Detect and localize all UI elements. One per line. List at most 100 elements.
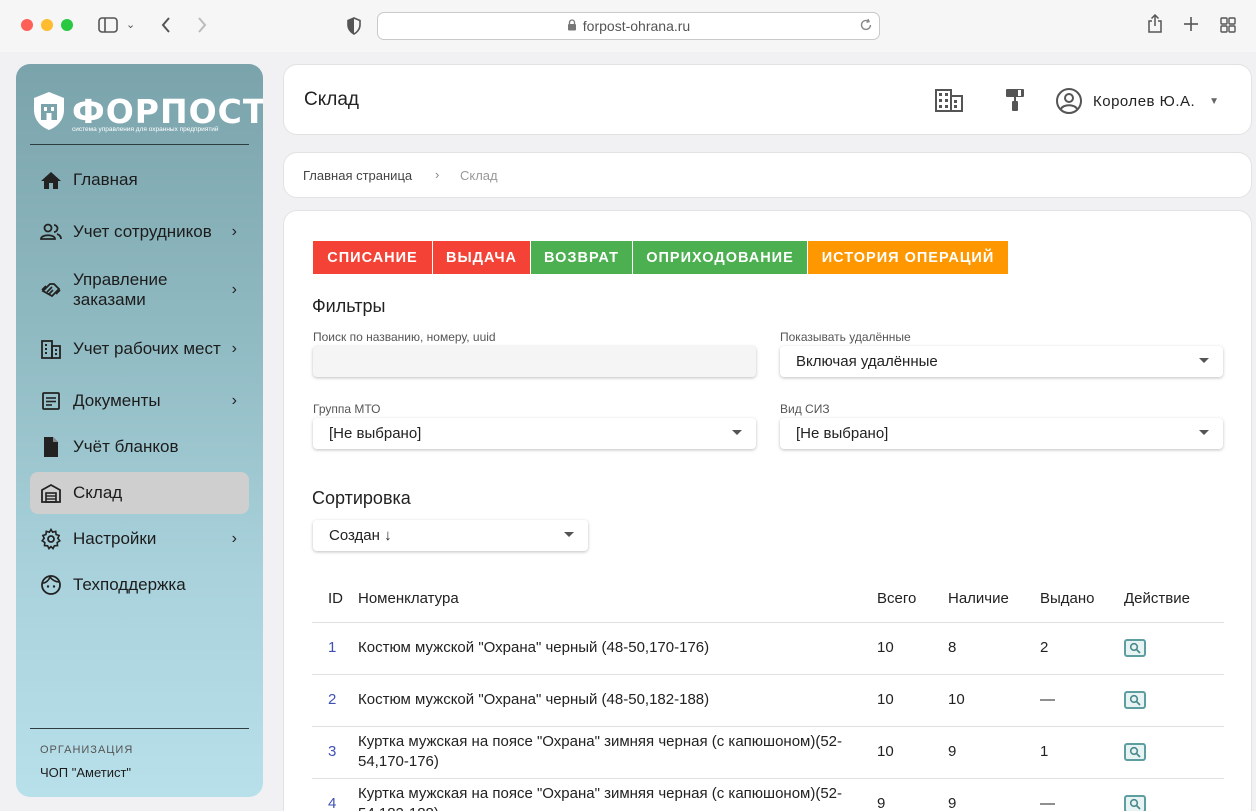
logo-emblem-icon: [34, 92, 64, 130]
sidebar-toggle-icon[interactable]: [98, 16, 118, 34]
view-details-icon[interactable]: [1124, 795, 1146, 811]
show-deleted-select[interactable]: Включая удалённые: [780, 346, 1223, 377]
users-icon: [40, 221, 62, 243]
cell-id[interactable]: 4: [312, 778, 358, 811]
breadcrumb-current: Склад: [460, 168, 498, 183]
sidebar-item-home[interactable]: Главная: [30, 164, 249, 196]
search-label: Поиск по названию, номеру, uuid: [313, 330, 496, 344]
building-icon: [40, 338, 62, 360]
warehouse-icon: [40, 482, 62, 504]
mto-group-select[interactable]: [Не выбрано]: [313, 418, 756, 449]
table-row[interactable]: 2 Костюм мужской "Охрана" черный (48-50,…: [312, 674, 1224, 727]
table-row[interactable]: 1 Костюм мужской "Охрана" черный (48-50,…: [312, 622, 1224, 675]
document-icon: [40, 390, 62, 412]
logo[interactable]: ФОРПОСТ система управления для охранных …: [30, 88, 263, 136]
chevron-down-icon[interactable]: ⌄: [126, 18, 135, 31]
sort-value: Создан ↓: [329, 527, 392, 544]
write-off-button[interactable]: СПИСАНИЕ: [313, 241, 432, 274]
cell-total: 9: [877, 778, 948, 811]
address-bar[interactable]: forpost-ohrana.ru: [377, 12, 880, 40]
table-header-row: ID Номенклатура Всего Наличие Выдано Дей…: [312, 576, 1224, 623]
share-icon[interactable]: [1147, 14, 1163, 34]
column-header-available[interactable]: Наличие: [948, 576, 1040, 623]
back-icon[interactable]: [160, 15, 172, 35]
sidebar-item-settings[interactable]: Настройки ›: [30, 523, 249, 555]
user-menu[interactable]: Королев Ю.А. ▼: [1055, 87, 1220, 115]
stock-table: ID Номенклатура Всего Наличие Выдано Дей…: [312, 576, 1224, 811]
home-icon: [40, 169, 62, 191]
dropdown-arrow-icon: [1199, 430, 1209, 435]
cell-issued: 1: [1040, 726, 1124, 779]
column-header-name[interactable]: Номенклатура: [358, 576, 877, 623]
sort-select[interactable]: Создан ↓: [313, 520, 588, 551]
cell-issued: 2: [1040, 622, 1124, 675]
cell-name: Костюм мужской "Охрана" черный (48-50,17…: [358, 622, 877, 675]
sidebar-item-label: Настройки: [73, 529, 157, 548]
return-button[interactable]: ВОЗВРАТ: [531, 241, 632, 274]
siz-type-label: Вид СИЗ: [780, 402, 830, 416]
sidebar-item-workplaces[interactable]: Учет рабочих мест ›: [30, 329, 249, 369]
cell-id[interactable]: 3: [312, 726, 358, 779]
cell-name: Костюм мужской "Охрана" черный (48-50,18…: [358, 674, 877, 727]
forward-icon[interactable]: [196, 15, 208, 35]
view-details-icon[interactable]: [1124, 639, 1146, 657]
page-title: Склад: [304, 89, 359, 110]
chevron-right-icon: ›: [231, 223, 237, 240]
sidebar-item-orders[interactable]: Управление заказами ›: [30, 270, 249, 310]
paint-roller-icon[interactable]: [1004, 87, 1026, 118]
history-button[interactable]: ИСТОРИЯ ОПЕРАЦИЙ: [808, 241, 1008, 274]
org-name: ЧОП "Аметист": [40, 765, 132, 780]
cell-action: [1124, 674, 1224, 727]
sidebar-item-support[interactable]: Техподдержка: [30, 569, 249, 601]
view-details-icon[interactable]: [1124, 743, 1146, 761]
logo-subtitle: система управления для охранных предприя…: [72, 126, 219, 133]
cell-available: 9: [948, 778, 1040, 811]
receive-button[interactable]: ОПРИХОДОВАНИЕ: [633, 241, 807, 274]
main-panel: СПИСАНИЕ ВЫДАЧА ВОЗВРАТ ОПРИХОДОВАНИЕ ИС…: [283, 210, 1252, 811]
company-icon[interactable]: [934, 87, 964, 118]
sidebar-item-employees[interactable]: Учет сотрудников ›: [30, 212, 249, 252]
siz-type-value: [Не выбрано]: [796, 425, 889, 442]
new-tab-icon[interactable]: [1183, 16, 1199, 32]
column-header-total[interactable]: Всего: [877, 576, 948, 623]
column-header-issued[interactable]: Выдано: [1040, 576, 1124, 623]
chevron-right-icon: ›: [231, 340, 237, 357]
breadcrumb-home-link[interactable]: Главная страница: [303, 168, 412, 183]
column-header-id[interactable]: ID: [312, 576, 358, 623]
sidebar-item-label: Склад: [73, 483, 123, 502]
maximize-window-button[interactable]: [61, 19, 73, 31]
sidebar-item-documents[interactable]: Документы ›: [30, 385, 249, 417]
cell-id[interactable]: 2: [312, 674, 358, 727]
sidebar-item-label: Учет сотрудников: [73, 222, 212, 241]
table-row[interactable]: 4 Куртка мужская на поясе "Охрана" зимня…: [312, 778, 1224, 811]
cell-name: Куртка мужская на поясе "Охрана" зимняя …: [358, 726, 877, 779]
reload-icon[interactable]: [859, 18, 873, 35]
chevron-right-icon: ›: [435, 167, 440, 182]
tab-overview-icon[interactable]: [1220, 17, 1236, 33]
cell-available: 10: [948, 674, 1040, 727]
table-row[interactable]: 3 Куртка мужская на поясе "Охрана" зимня…: [312, 726, 1224, 779]
chevron-right-icon: ›: [231, 281, 237, 298]
search-input[interactable]: [313, 346, 756, 377]
dropdown-arrow-icon: [1199, 358, 1209, 363]
cell-id[interactable]: 1: [312, 622, 358, 675]
siz-type-select[interactable]: [Не выбрано]: [780, 418, 1223, 449]
sidebar-item-label: Управление заказами: [73, 270, 168, 309]
user-name: Королев Ю.А.: [1093, 92, 1196, 110]
cell-issued: —: [1040, 778, 1124, 811]
issue-button[interactable]: ВЫДАЧА: [433, 241, 530, 274]
sidebar-item-label: Главная: [73, 170, 138, 189]
sidebar-divider: [30, 728, 249, 729]
lock-icon: [567, 18, 577, 34]
view-details-icon[interactable]: [1124, 691, 1146, 709]
dropdown-arrow-icon: [732, 430, 742, 435]
cell-available: 9: [948, 726, 1040, 779]
sidebar-item-forms[interactable]: Учёт бланков: [30, 431, 249, 463]
close-window-button[interactable]: [21, 19, 33, 31]
page-header: Склад Королев Ю.А. ▼: [283, 64, 1252, 135]
sidebar-item-warehouse[interactable]: Склад: [30, 472, 249, 514]
sidebar-item-label: Техподдержка: [73, 575, 186, 594]
shield-icon[interactable]: [346, 17, 362, 35]
show-deleted-label: Показывать удалённые: [780, 330, 911, 344]
minimize-window-button[interactable]: [41, 19, 53, 31]
